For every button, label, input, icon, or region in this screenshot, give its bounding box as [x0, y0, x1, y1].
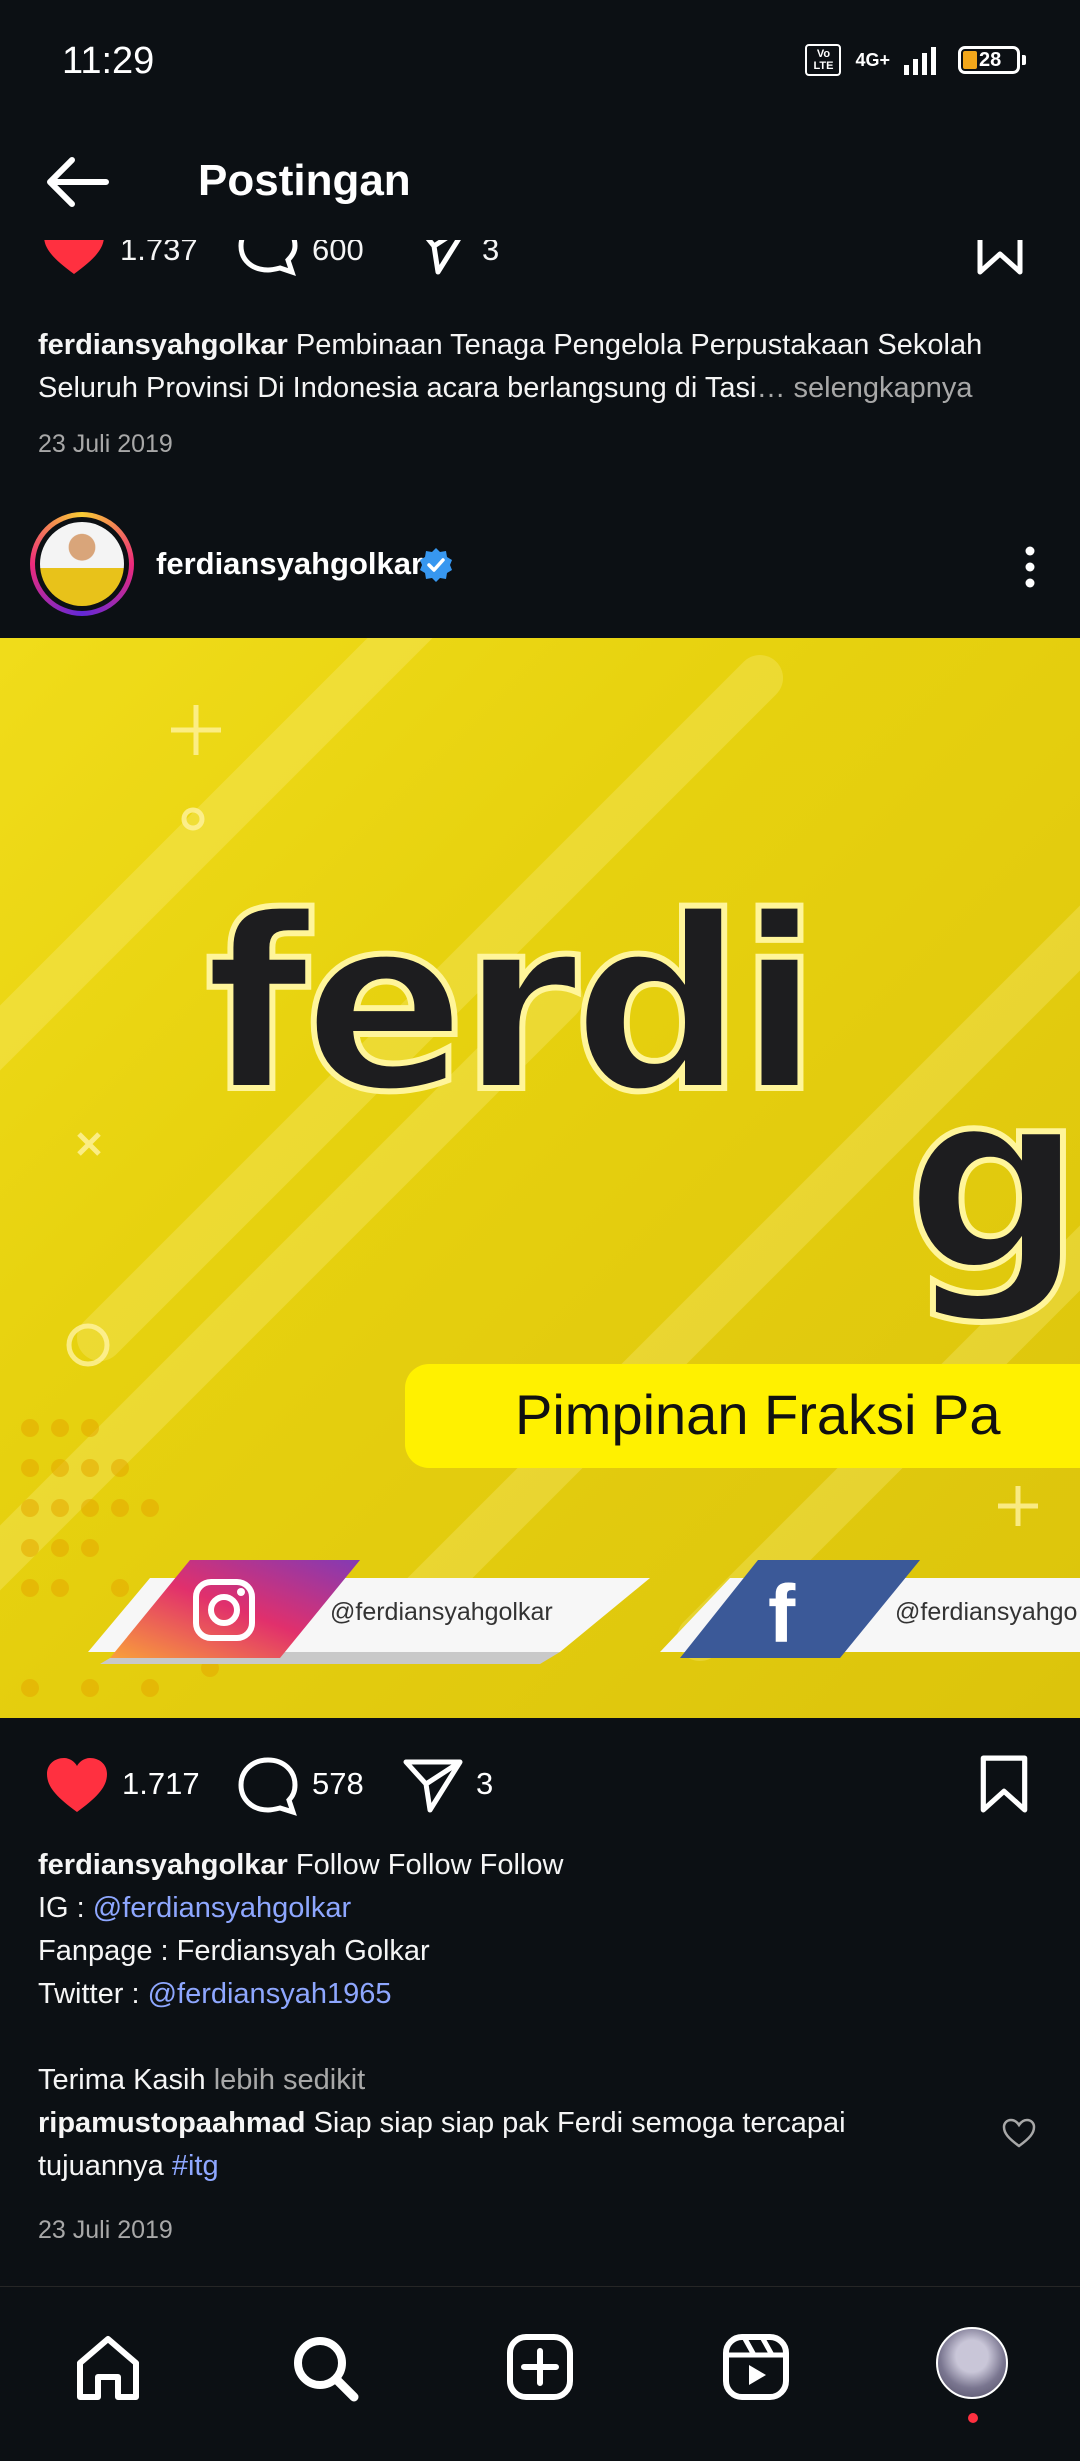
notification-dot	[968, 2413, 978, 2423]
heart-filled-icon[interactable]	[44, 1756, 110, 1814]
caption-username[interactable]: ferdiansyahgolkar	[38, 1849, 288, 1881]
signal-icon	[904, 47, 936, 75]
bottom-nav	[0, 2286, 1080, 2461]
verified-badge-icon	[420, 548, 452, 582]
svg-text:f: f	[768, 1569, 796, 1660]
volte-icon: Vo LTE	[805, 44, 842, 76]
post-image-graphic: ferdi g Pimpinan Fraksi Pa @ferdiansyahg…	[0, 638, 1080, 1697]
home-icon[interactable]	[68, 2327, 148, 2407]
headline-text: ferdi	[205, 865, 815, 1145]
previous-post-caption: ferdiansyahgolkar Pembinaan Tenaga Penge…	[38, 324, 1048, 410]
like-count[interactable]: 1.717	[122, 1766, 200, 1802]
page-title: Postingan	[198, 156, 411, 205]
share-icon[interactable]	[412, 240, 472, 276]
heart-filled-icon[interactable]	[42, 240, 106, 276]
fanpage-line: Fanpage : Ferdiansyah Golkar	[38, 1935, 430, 1967]
status-icons: Vo LTE 4G+ 28	[805, 44, 1026, 76]
twitter-label: Twitter :	[38, 1978, 148, 2010]
create-icon[interactable]	[500, 2327, 580, 2407]
bookmark-icon[interactable]	[976, 240, 1024, 276]
caption-username[interactable]: ferdiansyahgolkar	[38, 329, 288, 361]
profile-avatar[interactable]	[932, 2327, 1012, 2423]
battery-icon: 28	[958, 46, 1026, 74]
comment-like-icon[interactable]	[1002, 2118, 1036, 2148]
post-caption: ferdiansyahgolkar Follow Follow Follow I…	[38, 1844, 1048, 2188]
post-image[interactable]: ferdi g Pimpinan Fraksi Pa @ferdiansyahg…	[0, 638, 1080, 1718]
previous-post-actions: 1.737 600 3	[42, 240, 1042, 290]
more-options-icon[interactable]	[1020, 545, 1040, 589]
thanks-text: Terima Kasih	[38, 2064, 206, 2096]
comment-icon[interactable]	[236, 240, 300, 276]
post-username[interactable]: ferdiansyahgolkar	[156, 546, 423, 582]
bookmark-icon[interactable]	[978, 1754, 1030, 1814]
banner-text: Pimpinan Fraksi Pa	[515, 1383, 1001, 1446]
profile-photo	[40, 522, 124, 606]
arrow-left-icon[interactable]	[40, 150, 112, 214]
caption-line1: Follow Follow Follow	[295, 1849, 564, 1881]
less-link[interactable]: lebih sedikit	[214, 2064, 366, 2096]
previous-like-count[interactable]: 1.737	[120, 240, 198, 268]
status-time: 11:29	[62, 40, 155, 82]
subline-text: g	[905, 1036, 1080, 1327]
ig-handle-link[interactable]: @ferdiansyahgolkar	[93, 1892, 351, 1924]
post-date: 23 Juli 2019	[38, 2216, 173, 2244]
battery-level: 28	[979, 49, 1002, 71]
previous-share-count[interactable]: 3	[482, 240, 499, 268]
reels-icon[interactable]	[716, 2327, 796, 2407]
facebook-handle: @ferdiansyahgo	[895, 1598, 1077, 1626]
previous-post-date: 23 Juli 2019	[38, 430, 173, 458]
network-type: 4G+	[855, 49, 890, 70]
ig-label: IG :	[38, 1892, 93, 1924]
search-icon[interactable]	[284, 2327, 364, 2407]
see-more-link[interactable]: … selengkapnya	[756, 372, 972, 404]
previous-comment-count[interactable]: 600	[312, 240, 364, 268]
post-actions: 1.717 578 3	[0, 1748, 1080, 1818]
share-icon[interactable]	[402, 1756, 464, 1814]
comment-icon[interactable]	[236, 1756, 300, 1816]
comment-count[interactable]: 578	[312, 1766, 364, 1802]
comment-username[interactable]: ripamustopaahmad	[38, 2107, 306, 2139]
twitter-handle-link[interactable]: @ferdiansyah1965	[148, 1978, 392, 2010]
instagram-handle: @ferdiansyahgolkar	[330, 1598, 553, 1626]
share-count[interactable]: 3	[476, 1766, 493, 1802]
avatar[interactable]	[30, 512, 134, 616]
hashtag-link[interactable]: #itg	[172, 2150, 219, 2182]
